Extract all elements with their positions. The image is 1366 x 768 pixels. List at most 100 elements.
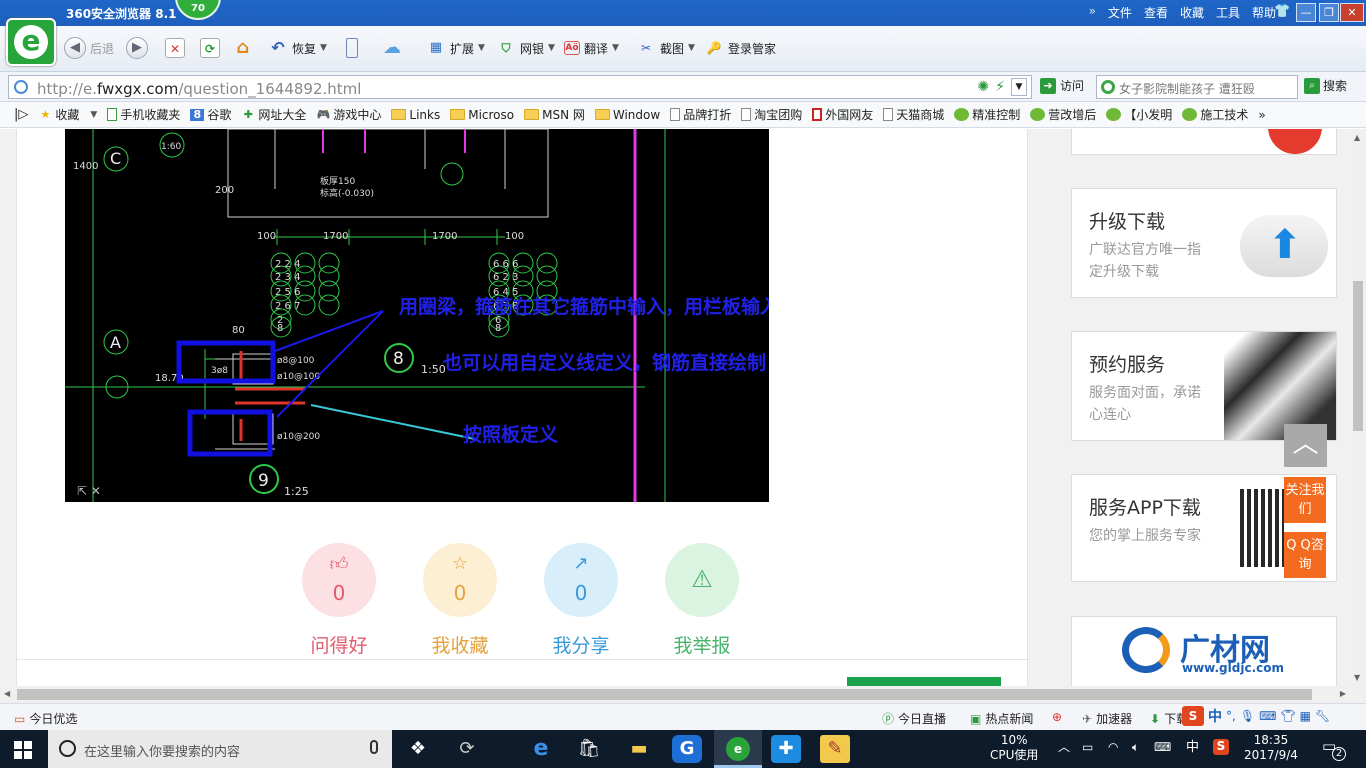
partial-card[interactable] <box>1071 129 1337 155</box>
bookmark-games[interactable]: 🎮 游戏中心 <box>311 102 386 127</box>
bookmark-google[interactable]: 8 谷歌 <box>185 102 236 127</box>
glodon-app-icon[interactable]: G <box>672 735 702 763</box>
menu-favorites[interactable]: 收藏 <box>1180 4 1204 21</box>
task-view-icon[interactable]: ❖ <box>403 735 433 763</box>
active-browser-tab[interactable]: e <box>714 730 762 768</box>
bookmark-hao[interactable]: ✚ 网址大全 <box>236 102 311 127</box>
bookmark-msn[interactable]: MSN 网 <box>519 102 590 127</box>
upgrade-download-card[interactable]: 升级下载 广联达官方唯一指定升级下载 ⬆ <box>1071 188 1337 298</box>
restore-button[interactable]: ❐ <box>1319 3 1339 22</box>
bookmark-vat[interactable]: 营改增后 <box>1025 102 1101 127</box>
punct-icon[interactable]: °, <box>1226 709 1236 723</box>
restore-tab-button[interactable]: ↶ 恢复 ▼ <box>268 36 327 60</box>
microphone-icon[interactable] <box>370 740 378 754</box>
browser-logo[interactable]: e <box>6 18 56 66</box>
like-action[interactable]: 👍︎ 0 问得好 <box>301 543 377 658</box>
bookmark-invention[interactable]: 【小发明 <box>1101 102 1177 127</box>
report-action[interactable]: ⚠ 我举报 <box>664 543 740 658</box>
speed-icon[interactable]: ✺ <box>977 79 989 95</box>
share-circle[interactable]: ↗ 0 <box>544 543 618 617</box>
bookmarks-more[interactable]: » <box>1253 102 1270 127</box>
notification-center-icon[interactable]: ▭ 2 <box>1322 739 1346 761</box>
stop-button[interactable]: ✕ <box>165 36 185 60</box>
screenshot-button[interactable]: ✂ 截图 ▼ <box>636 36 695 60</box>
qq-consult-button[interactable]: Q Q咨询 <box>1284 532 1326 578</box>
sidebar-toggle[interactable]: |▷ <box>0 102 33 127</box>
volume-icon[interactable]: 🔈︎ <box>1132 740 1139 755</box>
bookmark-favorites[interactable]: ★ 收藏 ▼ <box>33 102 102 127</box>
mobile-button[interactable] <box>346 36 358 60</box>
url-text[interactable]: http://e.fwxgx.com/question_1644892.html <box>37 80 361 98</box>
hot-news[interactable]: ▣ 热点新闻 <box>970 710 1033 727</box>
bookmark-mobile[interactable]: 手机收藏夹 <box>102 102 185 127</box>
app-spiral-icon[interactable]: ⟳ <box>452 735 482 763</box>
show-hidden-icons-icon[interactable]: ︿ <box>1058 740 1070 755</box>
login-manager-button[interactable]: 🔑 登录管家 <box>704 36 777 60</box>
menu-view[interactable]: 查看 <box>1144 4 1168 21</box>
bookmark-windows[interactable]: Window <box>590 102 665 127</box>
forward-button[interactable]: ▶ <box>126 36 148 60</box>
accelerator[interactable]: ✈ 加速器 <box>1082 710 1132 727</box>
search-button[interactable]: ⌕ 搜索 <box>1304 77 1347 94</box>
bookmark-brand-sale[interactable]: 品牌打折 <box>665 102 736 127</box>
scroll-down-icon[interactable]: ▼ <box>1354 673 1360 682</box>
ime-tray[interactable]: 中 <box>1186 740 1199 755</box>
sogou-tray-icon[interactable]: S <box>1213 739 1229 755</box>
green-button[interactable] <box>847 677 1001 686</box>
like-circle[interactable]: 👍︎ 0 <box>302 543 376 617</box>
close-button[interactable]: ✕ <box>1340 3 1364 22</box>
report-circle[interactable]: ⚠ <box>665 543 739 617</box>
keyboard-icon[interactable]: ⌨ <box>1259 709 1276 723</box>
shirt-icon[interactable]: 👕︎ <box>1280 709 1295 723</box>
vertical-scroll-thumb[interactable] <box>1353 281 1363 431</box>
favorite-circle[interactable]: ☆ 0 <box>423 543 497 617</box>
netbank-button[interactable]: ⛉ 网银 ▼ <box>496 36 554 60</box>
gldjc-brand-card[interactable]: 广材网 www.gldjc.com <box>1071 616 1337 686</box>
bookmark-tmall[interactable]: 天猫商城 <box>878 102 949 127</box>
cloud-button[interactable]: ☁ <box>378 36 406 60</box>
favorite-action[interactable]: ☆ 0 我收藏 <box>422 543 498 658</box>
back-button[interactable]: ◀ 后退 <box>64 36 114 60</box>
back-to-top-button[interactable]: ︿ <box>1284 424 1327 467</box>
plus-app-icon[interactable]: ✚ <box>771 735 801 763</box>
menu-chevron-icon[interactable]: » <box>1089 4 1096 21</box>
scroll-left-icon[interactable]: ◀ <box>4 689 10 698</box>
cpu-monitor[interactable]: 10% CPU使用 <box>990 733 1038 763</box>
horizontal-scroll-thumb[interactable] <box>17 689 1312 700</box>
today-live[interactable]: ⓟ 今日直播 <box>882 710 946 727</box>
bookmark-construction[interactable]: 施工技术 <box>1177 102 1253 127</box>
notes-app-icon[interactable]: ✎ <box>820 735 850 763</box>
dropdown-arrow-icon[interactable]: ▼ <box>1011 78 1027 96</box>
lightning-icon[interactable]: ⚡ <box>995 79 1005 95</box>
score-badge[interactable]: 70 <box>175 0 221 20</box>
bookmark-microsoft[interactable]: Microso <box>445 102 519 127</box>
clock[interactable]: 18:35 2017/9/4 <box>1244 733 1298 763</box>
scroll-up-icon[interactable]: ▲ <box>1354 133 1360 142</box>
ime-mode[interactable]: 中 <box>1208 706 1222 726</box>
grid-icon[interactable]: ▦ <box>1300 709 1311 723</box>
bookmark-links[interactable]: Links <box>386 102 445 127</box>
store-icon[interactable]: 🛍︎ <box>574 735 604 763</box>
search-input[interactable]: 女子影院制能孩子 遭狂殴 <box>1096 75 1298 99</box>
bookmark-taobao[interactable]: 淘宝团购 <box>736 102 807 127</box>
home-button[interactable]: ⌂ <box>233 36 253 60</box>
go-button[interactable]: ➜ 访问 <box>1040 77 1084 94</box>
accelerator-shield[interactable]: ⊕ <box>1052 710 1062 724</box>
ime-toolbar[interactable]: S 中 °, 🎙︎ ⌨ 👕︎ ▦ 🔧︎ <box>1182 706 1330 726</box>
battery-icon[interactable]: ▭ <box>1082 740 1093 755</box>
keyboard-tray-icon[interactable]: ⌨ <box>1154 740 1171 755</box>
horizontal-scrollbar[interactable]: ◀ ▶ <box>0 686 1350 703</box>
skin-icon[interactable]: 👕 <box>1274 4 1290 20</box>
bookmark-precise[interactable]: 精准控制 <box>949 102 1025 127</box>
extend-button[interactable]: ▦ 扩展 ▼ <box>426 36 485 60</box>
windows-start-icon[interactable] <box>14 741 32 759</box>
today-picks[interactable]: ▭ 今日优选 <box>14 710 77 727</box>
wrench-icon[interactable]: 🔧︎ <box>1315 709 1330 723</box>
refresh-button[interactable]: ⟳ <box>200 36 220 60</box>
menu-tools[interactable]: 工具 <box>1216 4 1240 21</box>
address-bar[interactable]: http://e.fwxgx.com/question_1644892.html… <box>8 75 1032 99</box>
vertical-scrollbar[interactable]: ▲ ▼ <box>1350 129 1366 686</box>
mic-icon[interactable]: 🎙︎ <box>1240 709 1255 723</box>
menu-help[interactable]: 帮助 <box>1252 4 1276 21</box>
share-action[interactable]: ↗ 0 我分享 <box>543 543 619 658</box>
